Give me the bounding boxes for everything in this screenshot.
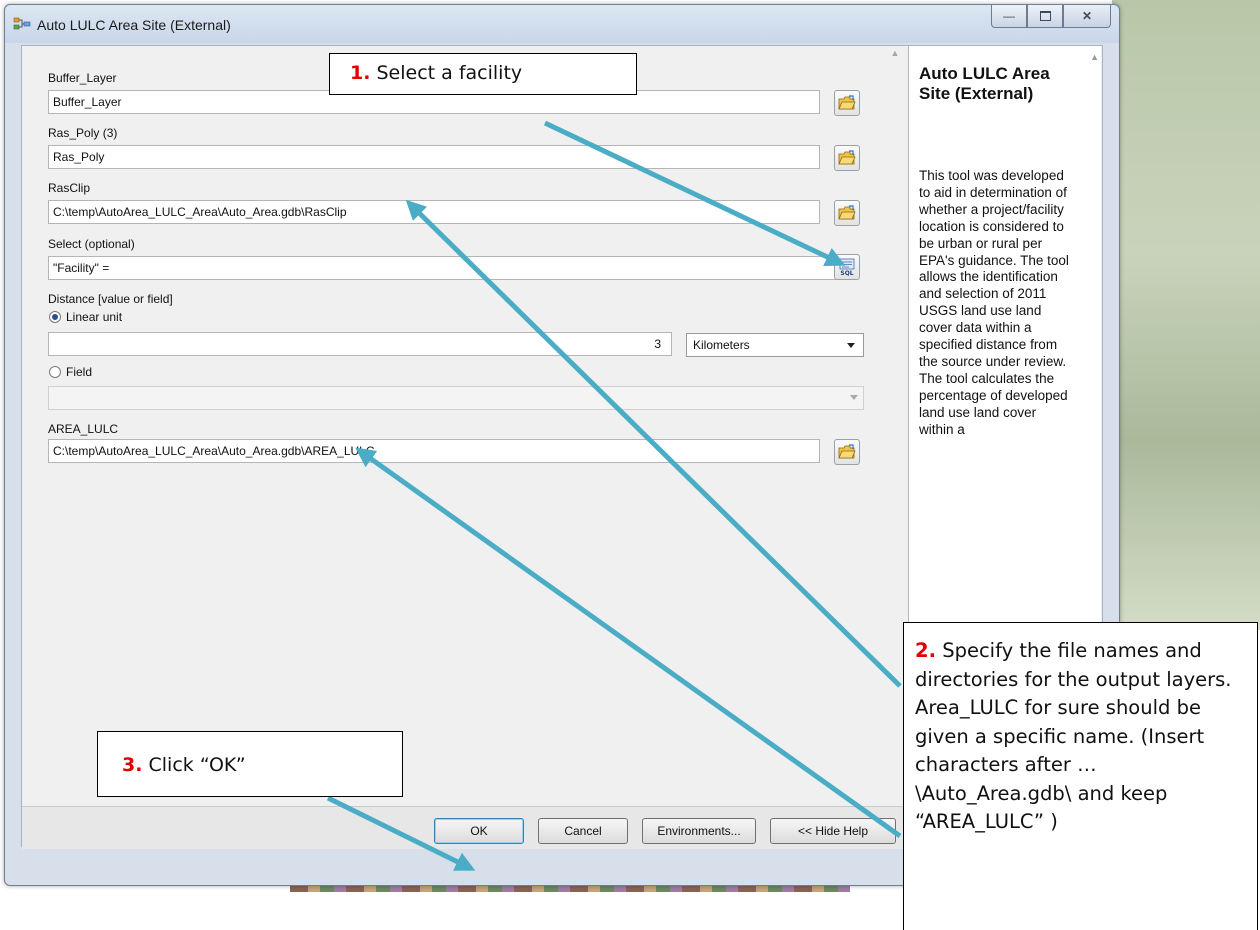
callout-1-number: 1. [350, 62, 371, 84]
callout-1-text: Select a facility [376, 62, 523, 84]
callout-step-2: 2. Specify the file names and directorie… [903, 622, 1258, 930]
callout-step-1: 1. Select a facility [329, 53, 637, 95]
callout-step-3: 3. Click “OK” [97, 731, 403, 797]
callout-3-number: 3. [122, 754, 143, 776]
callout-2-text: Specify the file names and directories f… [915, 639, 1232, 833]
arrow-to-area-lulc [355, 447, 902, 839]
arrow-to-rasclip [405, 199, 902, 688]
arrow-to-ok-button [326, 795, 476, 871]
callout-2-number: 2. [915, 639, 936, 662]
callout-3-text: Click “OK” [148, 754, 246, 776]
arrow-to-sql-button [543, 120, 846, 267]
